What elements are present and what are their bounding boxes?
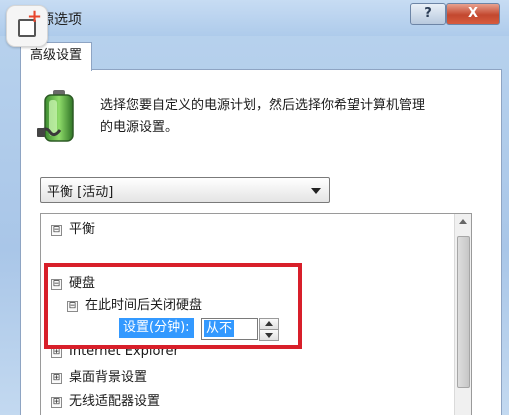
arrow-down-icon — [265, 333, 273, 338]
battery-power-icon — [37, 90, 74, 142]
arrow-up-icon — [265, 321, 273, 326]
tree-item-label: 硬盘 — [69, 276, 96, 291]
power-options-window: 源选项 ? X + 高级设置 选择您要自定义的电源计划，然后选择你希望计算机管理… — [0, 0, 509, 415]
expand-icon[interactable]: ⊞ — [67, 247, 78, 258]
minutes-value: 从不 — [204, 320, 235, 337]
minutes-input[interactable]: 从不 — [201, 318, 258, 340]
close-button[interactable]: X — [446, 3, 500, 25]
power-plan-select[interactable]: 平衡 [活动] — [40, 177, 330, 203]
collapse-icon[interactable]: ⊟ — [51, 225, 62, 236]
scrollbar-thumb[interactable] — [457, 236, 470, 388]
expand-icon[interactable]: ⊞ — [51, 347, 62, 358]
tree-item-label: 平衡 — [69, 222, 96, 237]
power-plan-value: 平衡 [活动] — [47, 185, 114, 200]
stepper-down-button[interactable] — [259, 329, 279, 341]
help-button[interactable]: ? — [410, 3, 446, 25]
minutes-stepper[interactable] — [259, 318, 279, 341]
collapse-icon[interactable]: ⊟ — [51, 279, 62, 290]
description-line-2: 的电源设置。 — [100, 120, 179, 135]
tree-item-label: Internet Explorer — [69, 344, 179, 359]
tree-item-label: 在此时间后关闭硬盘 — [85, 298, 203, 313]
description-line-1: 选择您要自定义的电源计划，然后选择你希望计算机管理 — [100, 98, 426, 113]
app-badge-icon: + — [6, 5, 48, 47]
expand-icon[interactable]: ⊞ — [51, 397, 62, 408]
chevron-down-icon[interactable] — [311, 188, 321, 194]
description-text: 选择您要自定义的电源计划，然后选择你希望计算机管理 的电源设置。 — [100, 95, 480, 139]
settings-tree[interactable]: ⊟ 平衡 ⊞ 唤醒时需要密码 ⊟ 硬盘 ⊟ 在此时间后关闭硬盘 设置(分钟): … — [40, 213, 472, 415]
tree-item-label: 唤醒时需要密码 — [85, 244, 177, 259]
plus-icon: + — [27, 6, 43, 27]
expand-icon[interactable]: ⊞ — [51, 373, 62, 384]
setting-minutes-label: 设置(分钟): — [119, 318, 194, 338]
title-bar[interactable]: 源选项 ? X — [0, 0, 509, 36]
vertical-scrollbar[interactable] — [454, 214, 471, 415]
tree-item-label: 无线适配器设置 — [69, 394, 161, 409]
tree-item-label: 桌面背景设置 — [69, 370, 148, 385]
scroll-up-icon[interactable] — [459, 219, 467, 224]
collapse-icon[interactable]: ⊟ — [67, 301, 78, 312]
